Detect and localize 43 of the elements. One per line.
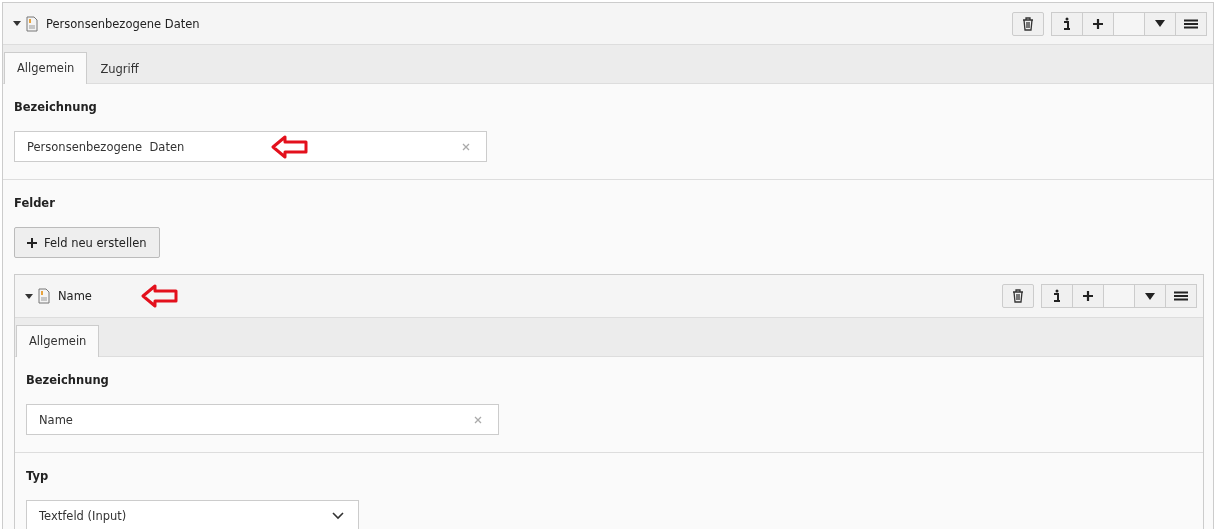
toolbar-spacer [1103, 284, 1135, 308]
menu-icon [1174, 291, 1188, 301]
plus-icon [27, 237, 37, 248]
field-title: Name [58, 289, 92, 303]
plus-icon [1082, 290, 1094, 302]
new-field-button[interactable]: Feld neu erstellen [14, 227, 160, 258]
trash-icon [1022, 16, 1034, 31]
input-field[interactable]: Name [26, 404, 499, 435]
document-icon [26, 15, 38, 32]
menu-icon [1184, 18, 1198, 29]
info-button[interactable] [1051, 11, 1083, 36]
input-field[interactable]: Personsenbezogene Daten [14, 131, 487, 162]
type-select[interactable]: Textfeld (Input) [26, 500, 359, 529]
delete-button[interactable] [1012, 11, 1044, 36]
field-label: Typ [26, 469, 50, 483]
tab[interactable]: Allgemein [4, 52, 88, 84]
document-icon [38, 288, 50, 304]
info-button[interactable] [1041, 284, 1073, 308]
dropdown-button[interactable] [1144, 11, 1176, 36]
info-icon [1053, 289, 1061, 303]
delete-button[interactable] [1002, 284, 1034, 308]
dropdown-button[interactable] [1134, 284, 1166, 308]
triangle-down-icon [1145, 292, 1155, 300]
caret-icon[interactable] [25, 293, 33, 299]
record-title: Personsenbezogene Daten [46, 16, 200, 31]
annotation-arrow [141, 284, 179, 308]
menu-button[interactable] [1175, 11, 1207, 36]
trash-icon [1012, 289, 1024, 303]
field-label: Bezeichnung [26, 373, 110, 387]
triangle-down-icon [1155, 20, 1165, 27]
plus-icon [1092, 17, 1104, 30]
info-icon [1063, 16, 1071, 31]
tab[interactable]: Allgemein [16, 325, 100, 357]
menu-button[interactable] [1165, 284, 1197, 308]
add-button[interactable] [1082, 11, 1114, 36]
add-button[interactable] [1072, 284, 1104, 308]
chevron-icon [332, 511, 344, 520]
annotation-arrow [271, 135, 309, 159]
section-label: Felder [14, 196, 56, 210]
caret-icon[interactable] [13, 21, 21, 26]
field-label: Bezeichnung [14, 100, 98, 114]
tab[interactable]: Zugriff [87, 53, 152, 84]
toolbar-spacer [1113, 11, 1145, 36]
